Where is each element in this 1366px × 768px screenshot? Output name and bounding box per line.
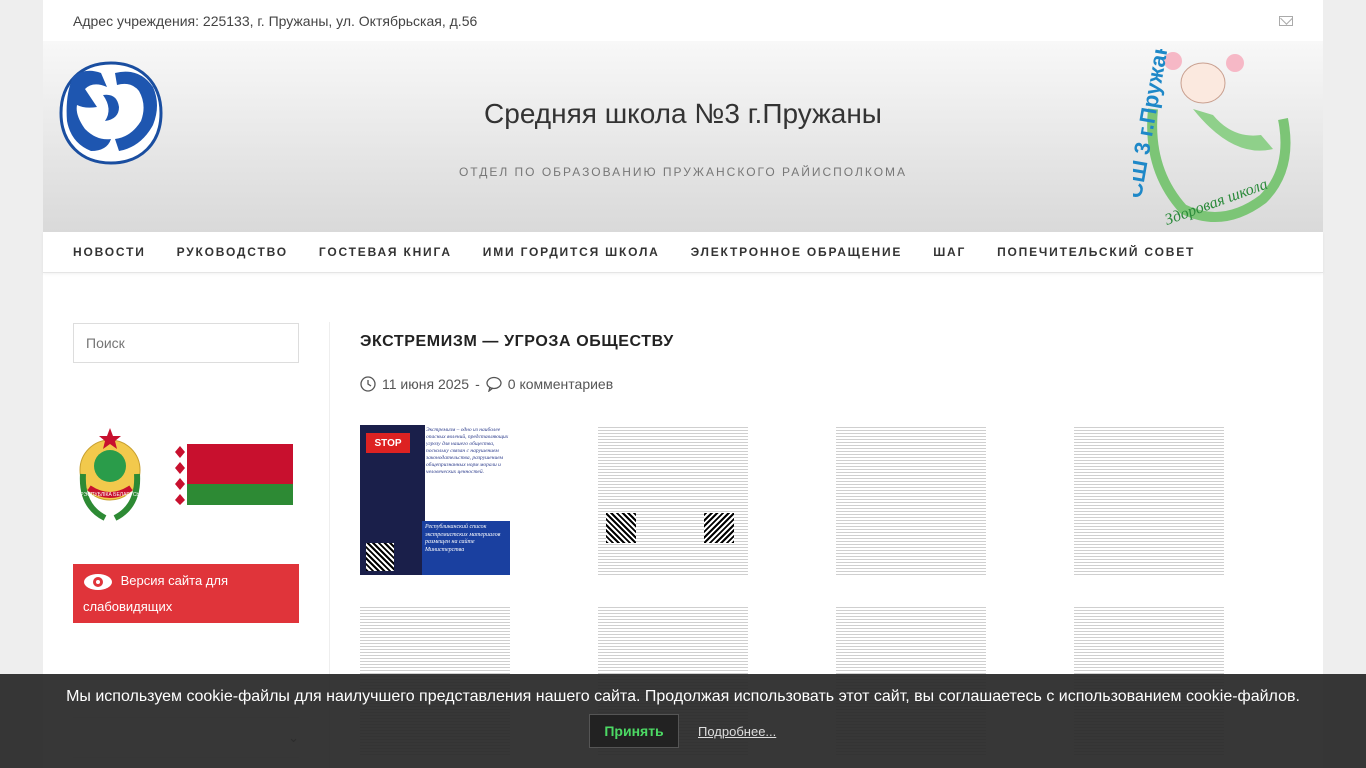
emblem-text: РЭСПУБЛІКА БЕЛАРУСЬ [80,492,140,498]
nav-news[interactable]: НОВОСТИ [73,245,146,259]
document-page [598,425,748,575]
nav-leadership[interactable]: РУКОВОДСТВО [177,245,288,259]
qr-code-icon [704,513,734,543]
low-vision-label-2: слабовидящих [83,599,173,614]
site-subtitle: ОТДЕЛ ПО ОБРАЗОВАНИЮ ПРУЖАНСКОГО РАЙИСПО… [458,165,908,179]
main-nav: НОВОСТИ РУКОВОДСТВО ГОСТЕВАЯ КНИГА ИМИ Г… [43,232,1323,273]
post-content: ЭКСТРЕМИЗМ — УГРОЗА ОБЩЕСТВУ 11 июня 202… [360,333,1293,755]
gallery-image-4[interactable] [1074,425,1224,575]
post-comments[interactable]: 0 комментариев [508,376,613,392]
belarus-flag[interactable] [173,444,293,505]
low-vision-button[interactable]: Версия сайта для слабовидящих [73,564,299,623]
qr-code-icon [366,543,394,571]
document-page [1074,425,1224,575]
address-text: Адрес учреждения: 225133, г. Пружаны, ул… [73,12,478,29]
eye-icon [84,573,112,590]
top-bar: Адрес учреждения: 225133, г. Пружаны, ул… [43,0,1323,41]
mail-icon[interactable] [1279,15,1293,26]
page: Адрес учреждения: 225133, г. Пружаны, ул… [43,0,1323,768]
clock-icon [360,376,376,392]
site-title[interactable]: Средняя школа №3 г.Пружаны [43,98,1323,130]
belarus-emblem[interactable]: РЭСПУБЛІКА БЕЛАРУСЬ [75,426,145,524]
qr-code-icon [606,513,636,543]
nav-e-appeal[interactable]: ЭЛЕКТРОННОЕ ОБРАЩЕНИЕ [691,245,903,259]
meta-separator: - [475,376,480,392]
nav-guestbook[interactable]: ГОСТЕВАЯ КНИГА [319,245,452,259]
cookie-more-link[interactable]: Подробнее... [698,724,776,739]
nav-shag[interactable]: ШАГ [933,245,966,259]
poster-quote: Экстремизм – одно из наиболее опасных яв… [426,427,509,475]
gallery-image-1[interactable]: STOP Экстремизм – одно из наиболее опасн… [360,425,510,575]
sidebar: РЭСПУБЛІКА БЕЛАРУСЬ Версия сайта для сла… [73,323,299,758]
document-page [836,425,986,575]
poster-banner: Республиканский список экстремистских ма… [422,521,510,575]
post-title[interactable]: ЭКСТРЕМИЗМ — УГРОЗА ОБЩЕСТВУ [360,333,1293,351]
cookie-message: Мы используем cookie-файлы для наилучшег… [66,688,1300,705]
site-header: Средняя школа №3 г.Пружаны ОТДЕЛ ПО ОБРА… [43,41,1323,232]
post-date: 11 июня 2025 [382,376,470,392]
cookie-banner: Мы используем cookie-файлы для наилучшег… [0,674,1366,768]
post-meta: 11 июня 2025 - 0 комментариев [360,376,613,392]
stop-sign: STOP [366,433,410,453]
comment-icon [486,376,502,392]
school-logo-right[interactable]: СШ 3 г.Пружаны Здоровая школа [1133,49,1305,227]
gallery-image-2[interactable] [598,425,748,575]
nav-trustees[interactable]: ПОПЕЧИТЕЛЬСКИЙ СОВЕТ [997,245,1195,259]
search-input[interactable] [73,323,299,363]
low-vision-label-1: Версия сайта для [120,573,229,588]
nav-pride[interactable]: ИМИ ГОРДИТСЯ ШКОЛА [483,245,660,259]
cookie-accept-button[interactable]: Принять [589,714,679,748]
gallery-image-3[interactable] [836,425,986,575]
logo-text: СШ 3 г.Пружаны [1133,49,1177,200]
